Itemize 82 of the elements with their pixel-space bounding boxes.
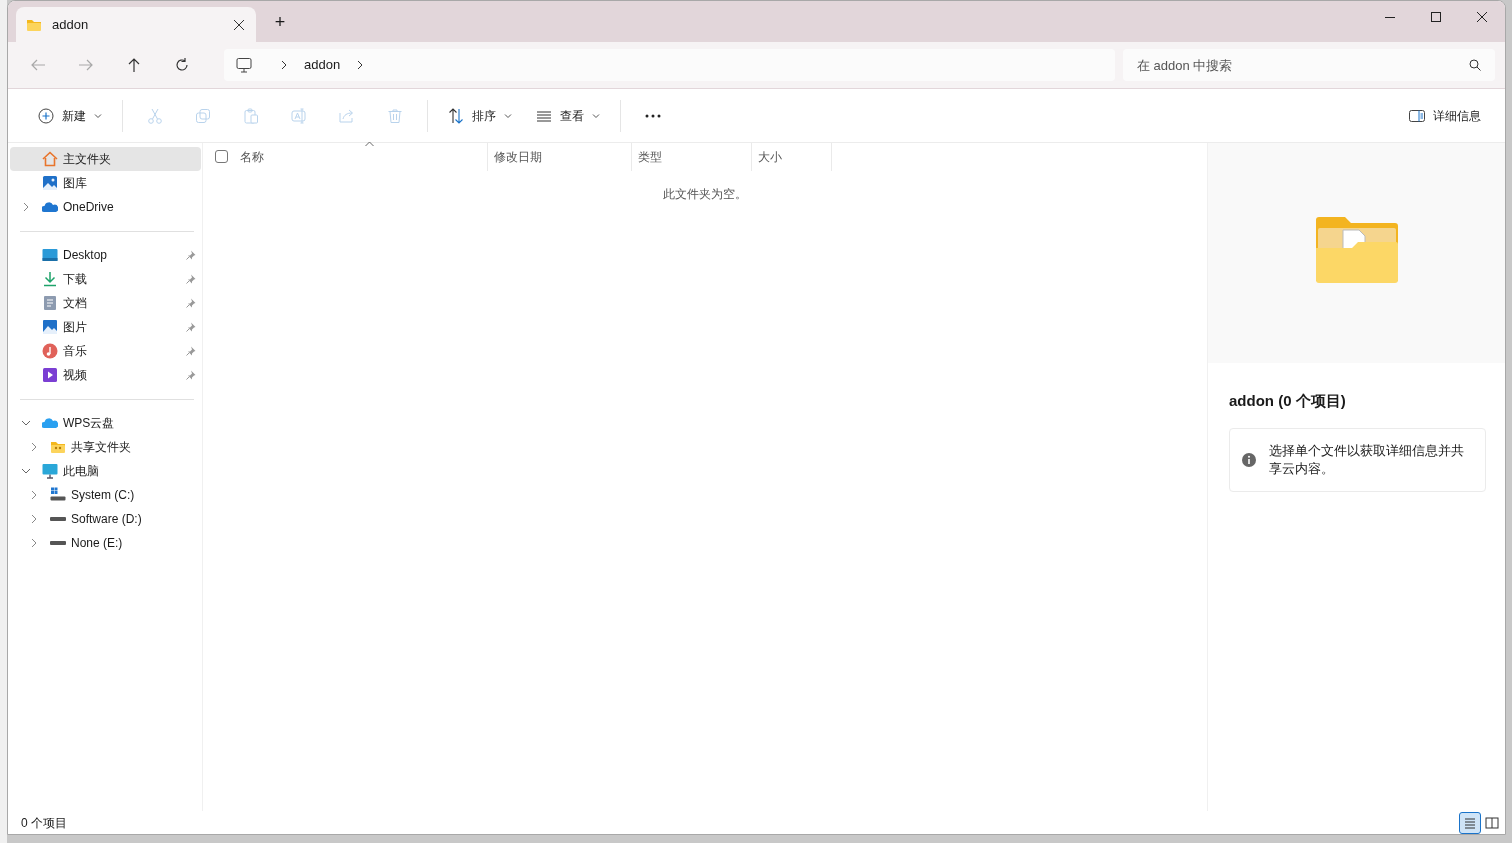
cloud-icon xyxy=(42,415,58,431)
video-icon xyxy=(42,367,58,383)
sidebar-item[interactable]: 视频 xyxy=(10,363,201,387)
sidebar-item[interactable]: 共享文件夹 xyxy=(10,435,201,459)
download-icon xyxy=(42,271,58,287)
column-header[interactable]: 修改日期 xyxy=(488,143,632,171)
copy-icon xyxy=(195,107,211,124)
more-icon xyxy=(645,113,661,118)
sidebar-item[interactable]: Software (D:) xyxy=(10,507,201,531)
empty-folder-message: 此文件夹为空。 xyxy=(663,186,747,203)
drive-icon xyxy=(50,487,66,503)
chevron-right-icon[interactable] xyxy=(29,538,39,548)
chevron-right-icon[interactable] xyxy=(29,514,39,524)
close-icon[interactable] xyxy=(234,19,244,30)
rename-icon xyxy=(291,107,307,124)
column-header[interactable]: 名称 xyxy=(228,143,488,171)
back-arrow-icon xyxy=(30,57,46,73)
drive-icon xyxy=(50,517,66,521)
details-view-button[interactable] xyxy=(1459,811,1481,834)
monitor-icon xyxy=(236,57,252,73)
document-icon xyxy=(42,295,58,311)
details-title: addon (0 个项目) xyxy=(1229,391,1347,411)
view-button[interactable]: 查看 xyxy=(528,97,608,134)
new-button[interactable]: 新建 xyxy=(30,97,110,134)
column-header[interactable]: 大小 xyxy=(752,143,832,171)
sort-button[interactable]: 排序 xyxy=(440,97,520,134)
close-icon[interactable] xyxy=(1477,12,1487,22)
details-pane-button[interactable]: 详细信息 xyxy=(1409,99,1481,132)
maximize-icon[interactable] xyxy=(1431,12,1441,22)
sidebar-item[interactable]: 此电脑 xyxy=(10,459,201,483)
sidebar-item[interactable]: WPS云盘 xyxy=(10,411,201,435)
sidebar-item[interactable]: OneDrive xyxy=(10,195,201,219)
item-count: 0 个项目 xyxy=(21,814,68,832)
chevron-right-icon[interactable] xyxy=(29,442,39,452)
caret-icon xyxy=(94,111,102,120)
breadcrumb[interactable]: addon xyxy=(300,55,345,75)
tab[interactable]: addon xyxy=(16,7,256,42)
cloud-icon xyxy=(42,199,58,215)
new-tab-button[interactable]: + xyxy=(270,9,290,36)
tiles-view-icon xyxy=(1484,814,1500,831)
chevron-right-icon[interactable] xyxy=(21,202,31,212)
folder-icon xyxy=(50,439,66,455)
info-text: 选择单个文件以获取详细信息并共享云内容。 xyxy=(1269,441,1465,478)
clipboard-icon xyxy=(243,107,259,124)
add-icon xyxy=(38,107,54,124)
share-icon xyxy=(339,107,355,124)
monitor-icon xyxy=(42,463,58,479)
sidebar-item[interactable]: 图片 xyxy=(10,315,201,339)
trash-icon xyxy=(387,107,403,124)
column-header[interactable]: 类型 xyxy=(632,143,752,171)
sort-arrows-icon xyxy=(448,107,464,124)
drive-icon xyxy=(50,541,66,545)
sidebar-item[interactable]: 图库 xyxy=(10,171,201,195)
caret-icon xyxy=(504,111,512,120)
sidebar-item[interactable]: 文档 xyxy=(10,291,201,315)
panel-icon xyxy=(1409,108,1425,123)
up-arrow-icon xyxy=(126,57,142,73)
caret-icon xyxy=(592,111,600,120)
image-icon xyxy=(42,319,58,335)
minimize-icon[interactable] xyxy=(1385,16,1395,18)
sidebar-item[interactable]: Desktop xyxy=(10,243,201,267)
info-icon xyxy=(1242,452,1256,467)
sidebar-item[interactable]: 下载 xyxy=(10,267,201,291)
search-icon xyxy=(1469,59,1481,71)
chevron-right-icon[interactable] xyxy=(29,490,39,500)
sidebar-item[interactable]: 音乐 xyxy=(10,339,201,363)
open-folder-icon xyxy=(1314,216,1399,284)
sidebar-item[interactable]: 主文件夹 xyxy=(10,147,201,171)
sidebar-item[interactable]: None (E:) xyxy=(10,531,201,555)
sidebar-item[interactable]: System (C:) xyxy=(10,483,201,507)
music-note-icon xyxy=(42,343,58,359)
chevron-down-icon[interactable] xyxy=(21,466,31,476)
chevron-down-icon[interactable] xyxy=(21,418,31,428)
search-field[interactable]: 在 addon 中搜索 xyxy=(1123,49,1495,81)
desktop-icon xyxy=(42,247,58,263)
house-icon xyxy=(42,151,58,167)
checkbox[interactable] xyxy=(215,150,228,163)
forward-arrow-icon xyxy=(78,57,94,73)
refresh-icon xyxy=(174,57,190,73)
image-icon xyxy=(42,175,58,191)
scissors-icon xyxy=(147,107,163,124)
address-bar[interactable]: addon xyxy=(224,49,1115,81)
